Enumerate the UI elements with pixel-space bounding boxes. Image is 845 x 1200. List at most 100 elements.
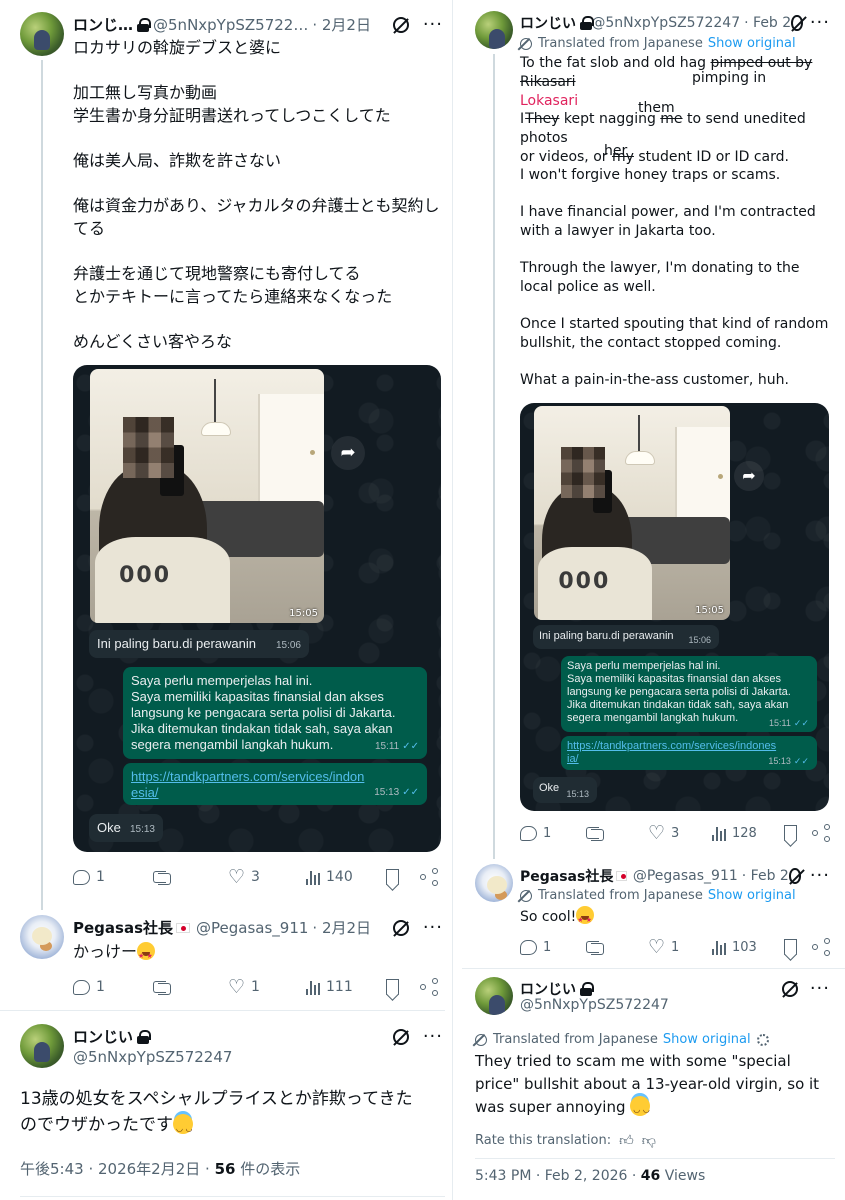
photo-timestamp: 15:05: [695, 605, 724, 616]
like-button[interactable]: ♡ 1: [648, 938, 712, 957]
views-icon: [306, 869, 320, 885]
display-name[interactable]: ロンじ…: [73, 14, 133, 35]
repost-button[interactable]: [153, 980, 228, 995]
display-name[interactable]: Pegasas社長: [73, 917, 173, 938]
tweet-image[interactable]: 15:05 ➦ Ini paling baru.di perawanin 15:…: [73, 365, 441, 852]
repost-button[interactable]: [586, 940, 648, 955]
tweet-text-line: めんどくさい客やろな: [73, 332, 233, 351]
avatar[interactable]: [475, 11, 513, 49]
heart-icon: ♡: [228, 866, 246, 888]
avatar[interactable]: [20, 1024, 64, 1068]
user-handle[interactable]: @5nNxpYpSZ5722…: [153, 16, 308, 34]
grok-icon[interactable]: [392, 16, 409, 33]
more-options-icon[interactable]: ···: [810, 12, 830, 33]
grok-icon[interactable]: [392, 919, 409, 936]
user-handle[interactable]: @Pegasas_911: [196, 919, 308, 937]
user-handle[interactable]: @Pegasas_911: [633, 868, 738, 884]
more-options-icon[interactable]: ···: [423, 917, 443, 938]
tweet-date[interactable]: · Feb 2: [742, 868, 789, 884]
tweet-paragraph: I won't forgive honey traps or scams.: [520, 167, 781, 183]
chat-photo[interactable]: 15:05: [90, 369, 324, 623]
timestamp-link[interactable]: 午後5:43 · 2026年2月2日 ·: [20, 1160, 215, 1178]
tweet-date[interactable]: · Feb 2: [744, 15, 791, 31]
reply-button[interactable]: 1: [73, 869, 153, 885]
display-name[interactable]: ロンじい: [520, 979, 576, 999]
bookmark-button[interactable]: [386, 869, 420, 885]
tweet-date[interactable]: · 2月2日: [312, 917, 371, 938]
reply-icon: [73, 979, 90, 995]
views-label: Views: [660, 1168, 706, 1184]
lock-icon: [137, 17, 152, 32]
display-name[interactable]: ロンじい: [73, 1026, 133, 1047]
chat-photo[interactable]: 15:05: [534, 406, 730, 620]
like-button[interactable]: ♡ 1: [228, 978, 306, 997]
tweet-header: ロンじい ···: [520, 978, 830, 999]
globe-icon: [520, 37, 532, 50]
chat-link[interactable]: https://tandkpartners.com/services/indon…: [131, 769, 371, 801]
like-button[interactable]: ♡ 3: [648, 824, 712, 843]
repost-button[interactable]: [153, 870, 228, 885]
chat-time: 15:06: [275, 640, 301, 651]
show-original-link[interactable]: Show original: [708, 888, 796, 903]
bookmark-button[interactable]: [784, 825, 812, 841]
user-handle[interactable]: @5nNxpYpSZ572247: [73, 1048, 232, 1066]
view-count: 56: [214, 1160, 236, 1178]
views-button[interactable]: 103: [712, 939, 784, 955]
japan-flag-icon: [616, 870, 627, 881]
reply-icon: [73, 869, 90, 885]
bookmark-button[interactable]: [386, 979, 420, 995]
share-button[interactable]: [812, 938, 830, 956]
timestamp-link[interactable]: 5:43 PM · Feb 2, 2026 ·: [475, 1168, 641, 1184]
avatar[interactable]: [20, 915, 64, 959]
settings-gear-icon[interactable]: [756, 1033, 769, 1046]
tweet-paragraph: Once I started spouting that kind of ran…: [520, 316, 829, 351]
grok-icon[interactable]: [788, 867, 802, 884]
struck-text: pimped out by: [710, 55, 813, 71]
tweet-image[interactable]: 15:05 ➦ Ini paling baru.di perawanin 15:…: [520, 403, 829, 811]
grok-icon[interactable]: [791, 14, 803, 31]
avatar[interactable]: [20, 12, 64, 56]
like-button[interactable]: ♡ 3: [228, 866, 306, 888]
chat-bubble-incoming: Ini paling baru.di perawanin 15:06: [89, 630, 309, 658]
repost-button[interactable]: [586, 826, 648, 841]
thumbs-down-icon[interactable]: 👎︎: [642, 1132, 656, 1149]
more-options-icon[interactable]: ···: [810, 865, 830, 886]
user-handle[interactable]: @5nNxpYpSZ572247: [520, 997, 669, 1013]
bookmark-button[interactable]: [784, 939, 812, 955]
reply-button[interactable]: 1: [520, 939, 586, 955]
more-options-icon[interactable]: ···: [423, 1026, 443, 1047]
tweet-text-line: [73, 240, 443, 262]
tweet-date[interactable]: · 2月2日: [312, 14, 371, 35]
tweet-text-line: 弁護士を通じて現地警察にも寄付してる: [73, 264, 361, 283]
views-button[interactable]: 111: [306, 979, 386, 995]
reply-button[interactable]: 1: [520, 825, 586, 841]
share-button[interactable]: [420, 868, 438, 886]
star-struck-emoji-icon: [576, 906, 595, 931]
translated-label: Translated from Japanese Show original: [520, 36, 796, 51]
views-icon: [306, 979, 320, 995]
views-button[interactable]: 128: [712, 825, 784, 841]
grok-icon[interactable]: [781, 980, 798, 997]
forward-icon[interactable]: ➦: [331, 436, 365, 470]
right-thread-column: ロンじい @5nNxpYpSZ572247 · Feb 2 ··· Transl…: [462, 0, 845, 1200]
grok-icon[interactable]: [392, 1028, 409, 1045]
divider: [0, 1010, 445, 1011]
more-options-icon[interactable]: ···: [423, 14, 443, 35]
reply-button[interactable]: 1: [73, 979, 153, 995]
views-button[interactable]: 140: [306, 869, 386, 885]
show-original-link[interactable]: Show original: [708, 36, 796, 51]
avatar[interactable]: [475, 864, 513, 902]
chat-bubble-outgoing: Saya perlu memperjelas hal ini. Saya mem…: [123, 667, 427, 759]
chat-link[interactable]: https://tandkpartners.com/services/indon…: [567, 740, 777, 766]
forward-icon[interactable]: ➦: [734, 461, 764, 491]
show-original-link[interactable]: Show original: [663, 1032, 751, 1047]
share-icon: [420, 868, 438, 886]
share-button[interactable]: [812, 824, 830, 842]
display-name[interactable]: ロンじい: [520, 13, 576, 33]
more-options-icon[interactable]: ···: [810, 978, 830, 999]
avatar[interactable]: [475, 977, 513, 1015]
thumbs-up-icon[interactable]: 👍︎: [619, 1132, 634, 1149]
user-handle[interactable]: @5nNxpYpSZ572247: [591, 15, 740, 31]
display-name[interactable]: Pegasas社長: [520, 866, 613, 886]
share-button[interactable]: [420, 978, 438, 996]
